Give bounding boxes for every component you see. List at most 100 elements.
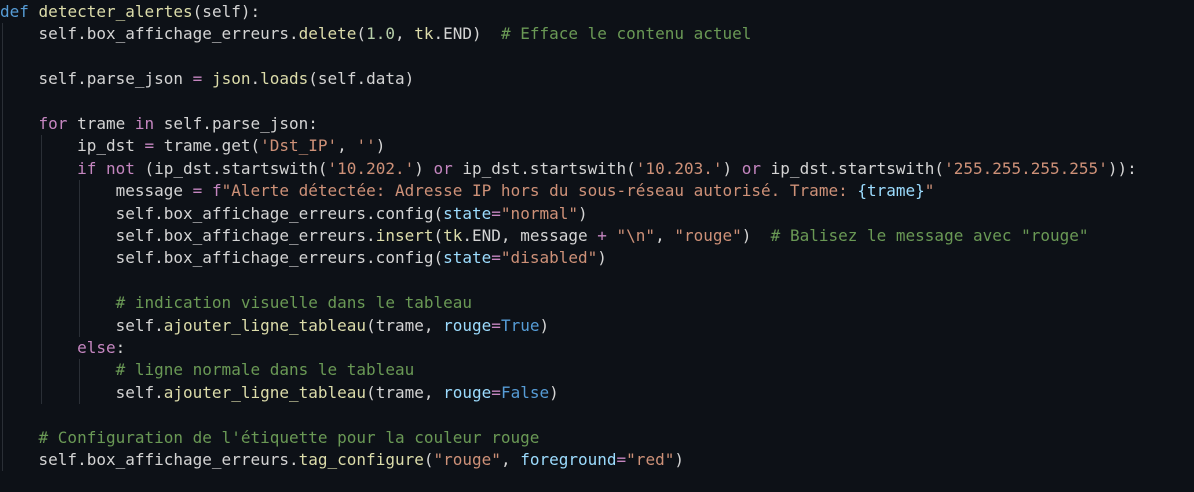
code-token: # Configuration de l'étiquette pour la c… — [38, 427, 540, 447]
code-token: trame.get( — [154, 136, 261, 156]
code-token: True — [500, 315, 540, 335]
code-token: , — [337, 136, 357, 156]
code-token: 'Dst_IP' — [260, 136, 338, 156]
code-token: ) — [539, 315, 550, 335]
code-token: foreground — [520, 450, 617, 469]
code-token: ) — [674, 450, 684, 469]
code-token: loads — [260, 69, 309, 89]
code-token: "normal" — [500, 203, 578, 223]
code-token: trame — [67, 114, 135, 133]
code-token: " — [924, 181, 935, 201]
code-token: ) — [577, 203, 588, 223]
code-token: (self): — [192, 2, 261, 21]
code-token: # indication visuelle dans le tableau — [115, 293, 473, 313]
code-line: message = f"Alerte détectée: Adresse IP … — [0, 180, 935, 202]
code-token: 1.0 — [366, 24, 395, 44]
code-line: if not (ip_dst.startswith('10.202.') or … — [0, 158, 1137, 180]
indent-guide — [2, 269, 3, 293]
code-token: def — [0, 2, 29, 21]
code-line: self.box_affichage_erreurs.insert(tk.END… — [0, 225, 1089, 247]
indent-guide — [2, 45, 3, 69]
code-token: '10.202.' — [327, 158, 415, 178]
code-token: ajouter_ligne_tableau — [163, 382, 367, 402]
code-token: "red" — [626, 450, 675, 469]
code-token: rouge — [443, 382, 492, 402]
code-token: for — [38, 114, 68, 133]
code-token: # Balisez le message avec "rouge" — [770, 226, 1089, 245]
code-line: self.box_affichage_erreurs.config(state=… — [0, 203, 588, 225]
code-token: self. — [115, 382, 164, 402]
code-token: or — [433, 158, 453, 178]
code-token: ip_dst.startswith( — [452, 158, 636, 178]
code-token: : — [115, 338, 126, 357]
code-token: "\n" — [616, 226, 656, 245]
code-token: = — [491, 382, 501, 402]
code-token: self.parse_json: — [154, 114, 318, 133]
code-token: = — [491, 315, 501, 335]
code-line: # indication visuelle dans le tableau — [0, 292, 472, 314]
code-editor[interactable]: def detecter_alertes(self): self.box_aff… — [0, 0, 1194, 492]
code-token: else — [77, 338, 116, 357]
code-token: json — [211, 69, 251, 89]
code-token: (ip_dst.startswith( — [134, 158, 328, 178]
code-token: tk — [414, 24, 434, 44]
code-token: .box_affichage_erreurs. — [77, 24, 299, 44]
code-token: self.box_affichage_erreurs.config( — [115, 203, 444, 223]
code-token: ) — [741, 226, 771, 245]
code-token: , — [394, 24, 415, 44]
code-token: self.box_affichage_erreurs. — [115, 226, 376, 245]
code-token: '' — [356, 136, 376, 156]
indent-guide — [2, 90, 3, 113]
code-token: if — [77, 158, 97, 178]
code-token: self.parse_json — [38, 69, 193, 89]
code-token: ) — [597, 248, 607, 268]
code-token: = — [491, 203, 501, 223]
code-token: in — [134, 114, 155, 133]
code-token: # Efface le contenu actuel — [500, 24, 752, 44]
code-token: False — [500, 382, 550, 402]
code-token: self — [38, 24, 78, 44]
code-token: = — [192, 69, 203, 89]
code-line: self.ajouter_ligne_tableau(trame, rouge=… — [0, 315, 550, 337]
code-token: "disabled" — [500, 248, 598, 268]
code-token: . — [250, 69, 261, 89]
code-token: )): — [1107, 158, 1137, 178]
code-line: self.ajouter_ligne_tableau(trame, rouge=… — [0, 382, 559, 404]
code-token: tag_configure — [298, 450, 424, 469]
code-line: # ligne normale dans le tableau — [0, 359, 415, 381]
code-token: insert — [375, 226, 434, 245]
code-token: , — [655, 226, 675, 245]
code-token: ) — [549, 382, 559, 402]
code-token: message — [115, 181, 193, 201]
code-line: def detecter_alertes(self): — [0, 1, 260, 23]
code-token: '255.255.255.255' — [944, 158, 1108, 178]
code-line: else: — [0, 337, 125, 359]
code-token: f — [211, 181, 222, 201]
code-token: "rouge" — [433, 450, 501, 469]
code-token: (self.data) — [308, 69, 415, 89]
code-token: = — [491, 248, 501, 268]
code-token: "rouge" — [674, 226, 742, 245]
code-token: .END) — [433, 24, 501, 44]
code-token: state — [443, 203, 492, 223]
code-token: or — [741, 158, 762, 178]
code-token: tk — [443, 226, 463, 245]
code-line: # Configuration de l'étiquette pour la c… — [0, 427, 540, 449]
code-line: self.box_affichage_erreurs.config(state=… — [0, 247, 607, 269]
code-line: for trame in self.parse_json: — [0, 113, 318, 135]
